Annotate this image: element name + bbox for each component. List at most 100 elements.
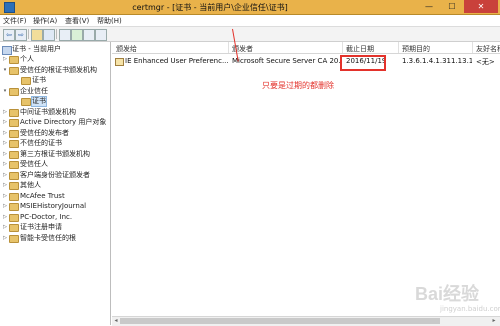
column-purposes[interactable]: 预期目的 [402, 44, 430, 54]
maximize-button[interactable]: ☐ [441, 0, 463, 13]
expand-arrow-icon[interactable]: ▷ [2, 181, 8, 190]
certificates-store-icon [2, 46, 12, 55]
expand-arrow-icon[interactable]: ▷ [2, 150, 8, 159]
scroll-thumb[interactable] [120, 318, 440, 324]
close-button[interactable]: ✕ [464, 0, 498, 13]
column-friendly-name[interactable]: 友好名称 [476, 44, 500, 54]
copy-icon[interactable] [59, 29, 71, 41]
export-icon[interactable] [83, 29, 95, 41]
collapse-arrow-icon[interactable]: ▾ [2, 66, 8, 75]
tree-item-label: 其他人 [20, 181, 41, 189]
tree-item[interactable]: ▷ 第三方根证书颁发机构 [0, 150, 110, 159]
folder-icon [9, 234, 19, 243]
tree-item[interactable]: ▷ 个人 [0, 55, 110, 64]
expand-arrow-icon[interactable]: ▷ [2, 192, 8, 201]
tree-item[interactable]: ▷ MSIEHistoryJournal [0, 202, 110, 211]
tree-item[interactable]: ▷ 受信任人 [0, 160, 110, 169]
tree-item[interactable]: ▷ Active Directory 用户对象 [0, 118, 110, 127]
baidu-watermark-url: jingyan.baidu.com [440, 305, 500, 313]
title-bar[interactable]: certmgr - [证书 - 当前用户\企业信任\证书] — ☐ ✕ [0, 0, 500, 15]
folder-icon [9, 119, 19, 127]
tree-item-label: 企业信任 [20, 86, 48, 95]
folder-icon [9, 140, 19, 148]
table-row[interactable]: IE Enhanced User Preferenc... Microsoft … [112, 56, 500, 66]
baidu-watermark: Bai经验 [415, 284, 480, 304]
tree-item-label: PC-Doctor, Inc. [20, 212, 73, 221]
folder-icon [9, 108, 19, 117]
tree-item[interactable]: 证书 [0, 76, 110, 85]
tree-root-label: 证书 - 当前用户 [12, 45, 61, 53]
menu-action[interactable]: 操作(A) [33, 16, 57, 26]
tree-item[interactable]: ▷ 其他人 [0, 181, 110, 190]
tree-item-label: 受信任的发布者 [20, 128, 69, 137]
tree-item[interactable]: ▾ 企业信任 [0, 87, 110, 96]
menu-help[interactable]: 帮助(H) [97, 16, 122, 26]
tree-item[interactable]: ▷ 受信任的发布者 [0, 129, 110, 138]
expand-arrow-icon[interactable]: ▷ [2, 129, 8, 138]
expand-arrow-icon[interactable]: ▷ [2, 213, 8, 222]
up-folder-icon[interactable] [31, 29, 43, 41]
show-tree-icon[interactable] [43, 29, 55, 41]
menu-file[interactable]: 文件(F) [3, 16, 27, 26]
tree-item[interactable]: ▷ 中间证书颁发机构 [0, 108, 110, 117]
expand-arrow-icon[interactable]: ▷ [2, 55, 8, 64]
tree-item[interactable]: ▷ 智能卡受信任的根 [0, 234, 110, 243]
folder-icon [9, 224, 19, 232]
folder-icon [21, 77, 31, 85]
window-title: certmgr - [证书 - 当前用户\企业信任\证书] [132, 3, 288, 12]
certificate-icon [115, 58, 124, 66]
toolbar-separator [56, 29, 57, 39]
help-icon[interactable] [95, 29, 107, 41]
column-separator[interactable] [398, 42, 399, 53]
expand-arrow-icon[interactable]: ▷ [2, 202, 8, 211]
toolbar-separator [28, 29, 29, 39]
column-issued-to[interactable]: 颁发给 [116, 44, 137, 54]
tree-item-label: Active Directory 用户对象 [20, 118, 107, 126]
tree-item-label: 客户端身份验证颁发者 [20, 170, 90, 179]
expiration-highlight-box [340, 55, 386, 71]
collapse-arrow-icon[interactable]: ▾ [2, 87, 8, 96]
expand-arrow-icon[interactable]: ▷ [2, 108, 8, 117]
tree-root[interactable]: 证书 - 当前用户 [0, 45, 110, 55]
expand-arrow-icon[interactable]: ▷ [2, 139, 8, 148]
scroll-right-icon[interactable]: ▸ [490, 317, 498, 325]
column-expiration[interactable]: 截止日期 [346, 44, 374, 54]
expand-arrow-icon[interactable]: ▷ [2, 171, 8, 180]
tree-item-label: MSIEHistoryJournal [20, 202, 87, 210]
menu-view[interactable]: 查看(V) [65, 16, 89, 26]
tree-item[interactable]: ▷ 不信任的证书 [0, 139, 110, 148]
folder-icon [9, 171, 19, 180]
column-separator[interactable] [472, 42, 473, 53]
expand-arrow-icon[interactable]: ▷ [2, 118, 8, 127]
tree-item-label: 个人 [20, 55, 34, 63]
column-separator[interactable] [342, 42, 343, 53]
tree-item-label: 证书 [32, 76, 46, 84]
tree-item-label: 受信任的根证书颁发机构 [20, 65, 97, 74]
expand-arrow-icon[interactable]: ▷ [2, 223, 8, 232]
folder-icon [9, 182, 19, 190]
annotation-text: 只要是过期的都删除 [262, 81, 334, 90]
column-separator[interactable] [228, 42, 229, 53]
certificate-tree[interactable]: 证书 - 当前用户 ▷ 个人 ▾ 受信任的根证书颁发机构 证书 ▾ 企业信任 证书 ▷ 中间证书颁… [0, 42, 111, 325]
folder-icon [9, 192, 19, 201]
tree-item-label: 证书 [31, 96, 47, 107]
expand-arrow-icon[interactable]: ▷ [2, 160, 8, 169]
tree-item[interactable]: ▾ 受信任的根证书颁发机构 [0, 66, 110, 75]
back-icon[interactable]: ⇦ [3, 29, 15, 41]
minimize-button[interactable]: — [418, 0, 440, 13]
cell-issuer: Microsoft Secure Server CA 20... [232, 57, 340, 65]
refresh-icon[interactable] [71, 29, 83, 41]
tree-item[interactable]: ▷ 证书注册申请 [0, 223, 110, 232]
tree-item-label: 中间证书颁发机构 [20, 107, 76, 116]
tree-item-label: 证书注册申请 [20, 223, 62, 231]
scroll-left-icon[interactable]: ◂ [112, 317, 120, 325]
cell-purposes: 1.3.6.1.4.1.311.13.1 [402, 57, 472, 65]
forward-icon[interactable]: ⇨ [15, 29, 27, 41]
tree-item[interactable]: 证书 [0, 96, 110, 107]
cell-issued-to: IE Enhanced User Preferenc... [125, 57, 228, 65]
tree-item[interactable]: ▷ PC-Doctor, Inc. [0, 213, 110, 222]
folder-icon [9, 129, 19, 138]
expand-arrow-icon[interactable]: ▷ [2, 234, 8, 243]
tree-item[interactable]: ▷ 客户端身份验证颁发者 [0, 171, 110, 180]
tree-item[interactable]: ▷ McAfee Trust [0, 192, 110, 201]
